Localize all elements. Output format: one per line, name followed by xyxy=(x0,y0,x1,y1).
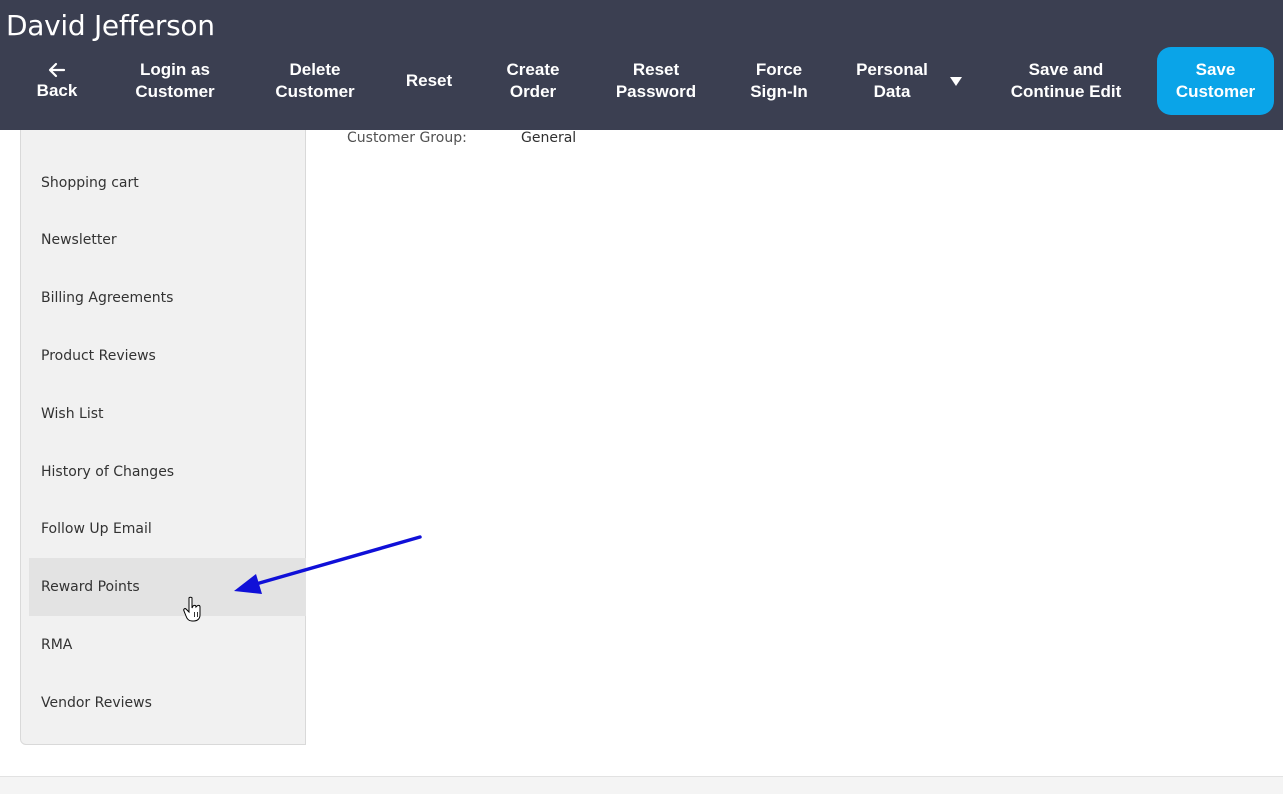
sidebar-item-follow-up-email[interactable]: Follow Up Email xyxy=(29,500,306,558)
sidebar-item-vendor-reviews[interactable]: Vendor Reviews xyxy=(29,674,306,732)
save-and-continue-label: Save and Continue Edit xyxy=(1010,60,1122,101)
sidebar-item-shopping-cart[interactable]: Shopping cart xyxy=(29,154,306,212)
sidebar-item-label: Follow Up Email xyxy=(41,521,152,537)
delete-customer-label: Delete Customer xyxy=(275,60,355,101)
sidebar-item-label: Product Reviews xyxy=(41,348,156,364)
back-button[interactable]: Back xyxy=(22,47,92,115)
customer-group-label: Customer Group: xyxy=(347,130,467,146)
caret-down-icon xyxy=(949,76,962,86)
back-label: Back xyxy=(36,81,78,100)
delete-customer-button[interactable]: Delete Customer xyxy=(262,47,368,115)
sidebar-item-wish-list[interactable]: Wish List xyxy=(29,385,306,443)
sidebar-item-label: Newsletter xyxy=(41,232,117,248)
sidebar-item-label: Wish List xyxy=(41,406,104,422)
sidebar-item-rma[interactable]: RMA xyxy=(29,616,306,674)
force-sign-in-label: Force Sign-In xyxy=(750,60,808,101)
sidebar-item-product-reviews[interactable]: Product Reviews xyxy=(29,327,306,385)
arrow-left-icon xyxy=(48,62,66,78)
save-customer-label: Save Customer xyxy=(1175,60,1256,101)
page-title: David Jefferson xyxy=(6,9,215,42)
create-order-label: Create Order xyxy=(506,60,560,101)
page-header: David Jefferson Back Login as Customer D… xyxy=(0,0,1283,130)
force-sign-in-button[interactable]: Force Sign-In xyxy=(738,47,820,115)
personal-data-label: Personal Data xyxy=(856,60,928,101)
personal-data-wrap: Personal Data xyxy=(856,59,962,103)
reset-password-label: Reset Password xyxy=(615,60,697,101)
customer-group-value: General xyxy=(521,130,577,146)
page-footer-bar xyxy=(0,776,1283,794)
sidebar-item-billing-agreements[interactable]: Billing Agreements xyxy=(29,269,306,327)
sidebar-item-label: RMA xyxy=(41,637,73,653)
sidebar-item-label: History of Changes xyxy=(41,464,175,480)
customer-sidebar-nav: Shopping cart Newsletter Billing Agreeme… xyxy=(20,100,306,745)
login-as-customer-button[interactable]: Login as Customer xyxy=(120,47,230,115)
reset-label: Reset xyxy=(405,71,453,90)
sidebar-item-label: Reward Points xyxy=(41,579,140,595)
create-order-button[interactable]: Create Order xyxy=(492,47,574,115)
save-customer-button[interactable]: Save Customer xyxy=(1157,47,1274,115)
reset-button[interactable]: Reset xyxy=(396,47,462,115)
sidebar-item-history-of-changes[interactable]: History of Changes xyxy=(29,443,306,501)
save-and-continue-button[interactable]: Save and Continue Edit xyxy=(998,47,1134,115)
sidebar-item-reward-points[interactable]: Reward Points xyxy=(29,558,306,616)
sidebar-item-label: Shopping cart xyxy=(41,175,139,191)
reset-password-button[interactable]: Reset Password xyxy=(606,47,706,115)
sidebar-item-newsletter[interactable]: Newsletter xyxy=(29,211,306,269)
personal-data-dropdown[interactable]: Personal Data xyxy=(850,47,968,115)
sidebar-item-label: Billing Agreements xyxy=(41,290,174,306)
sidebar-item-label: Vendor Reviews xyxy=(41,695,152,711)
login-as-customer-label: Login as Customer xyxy=(135,60,215,101)
